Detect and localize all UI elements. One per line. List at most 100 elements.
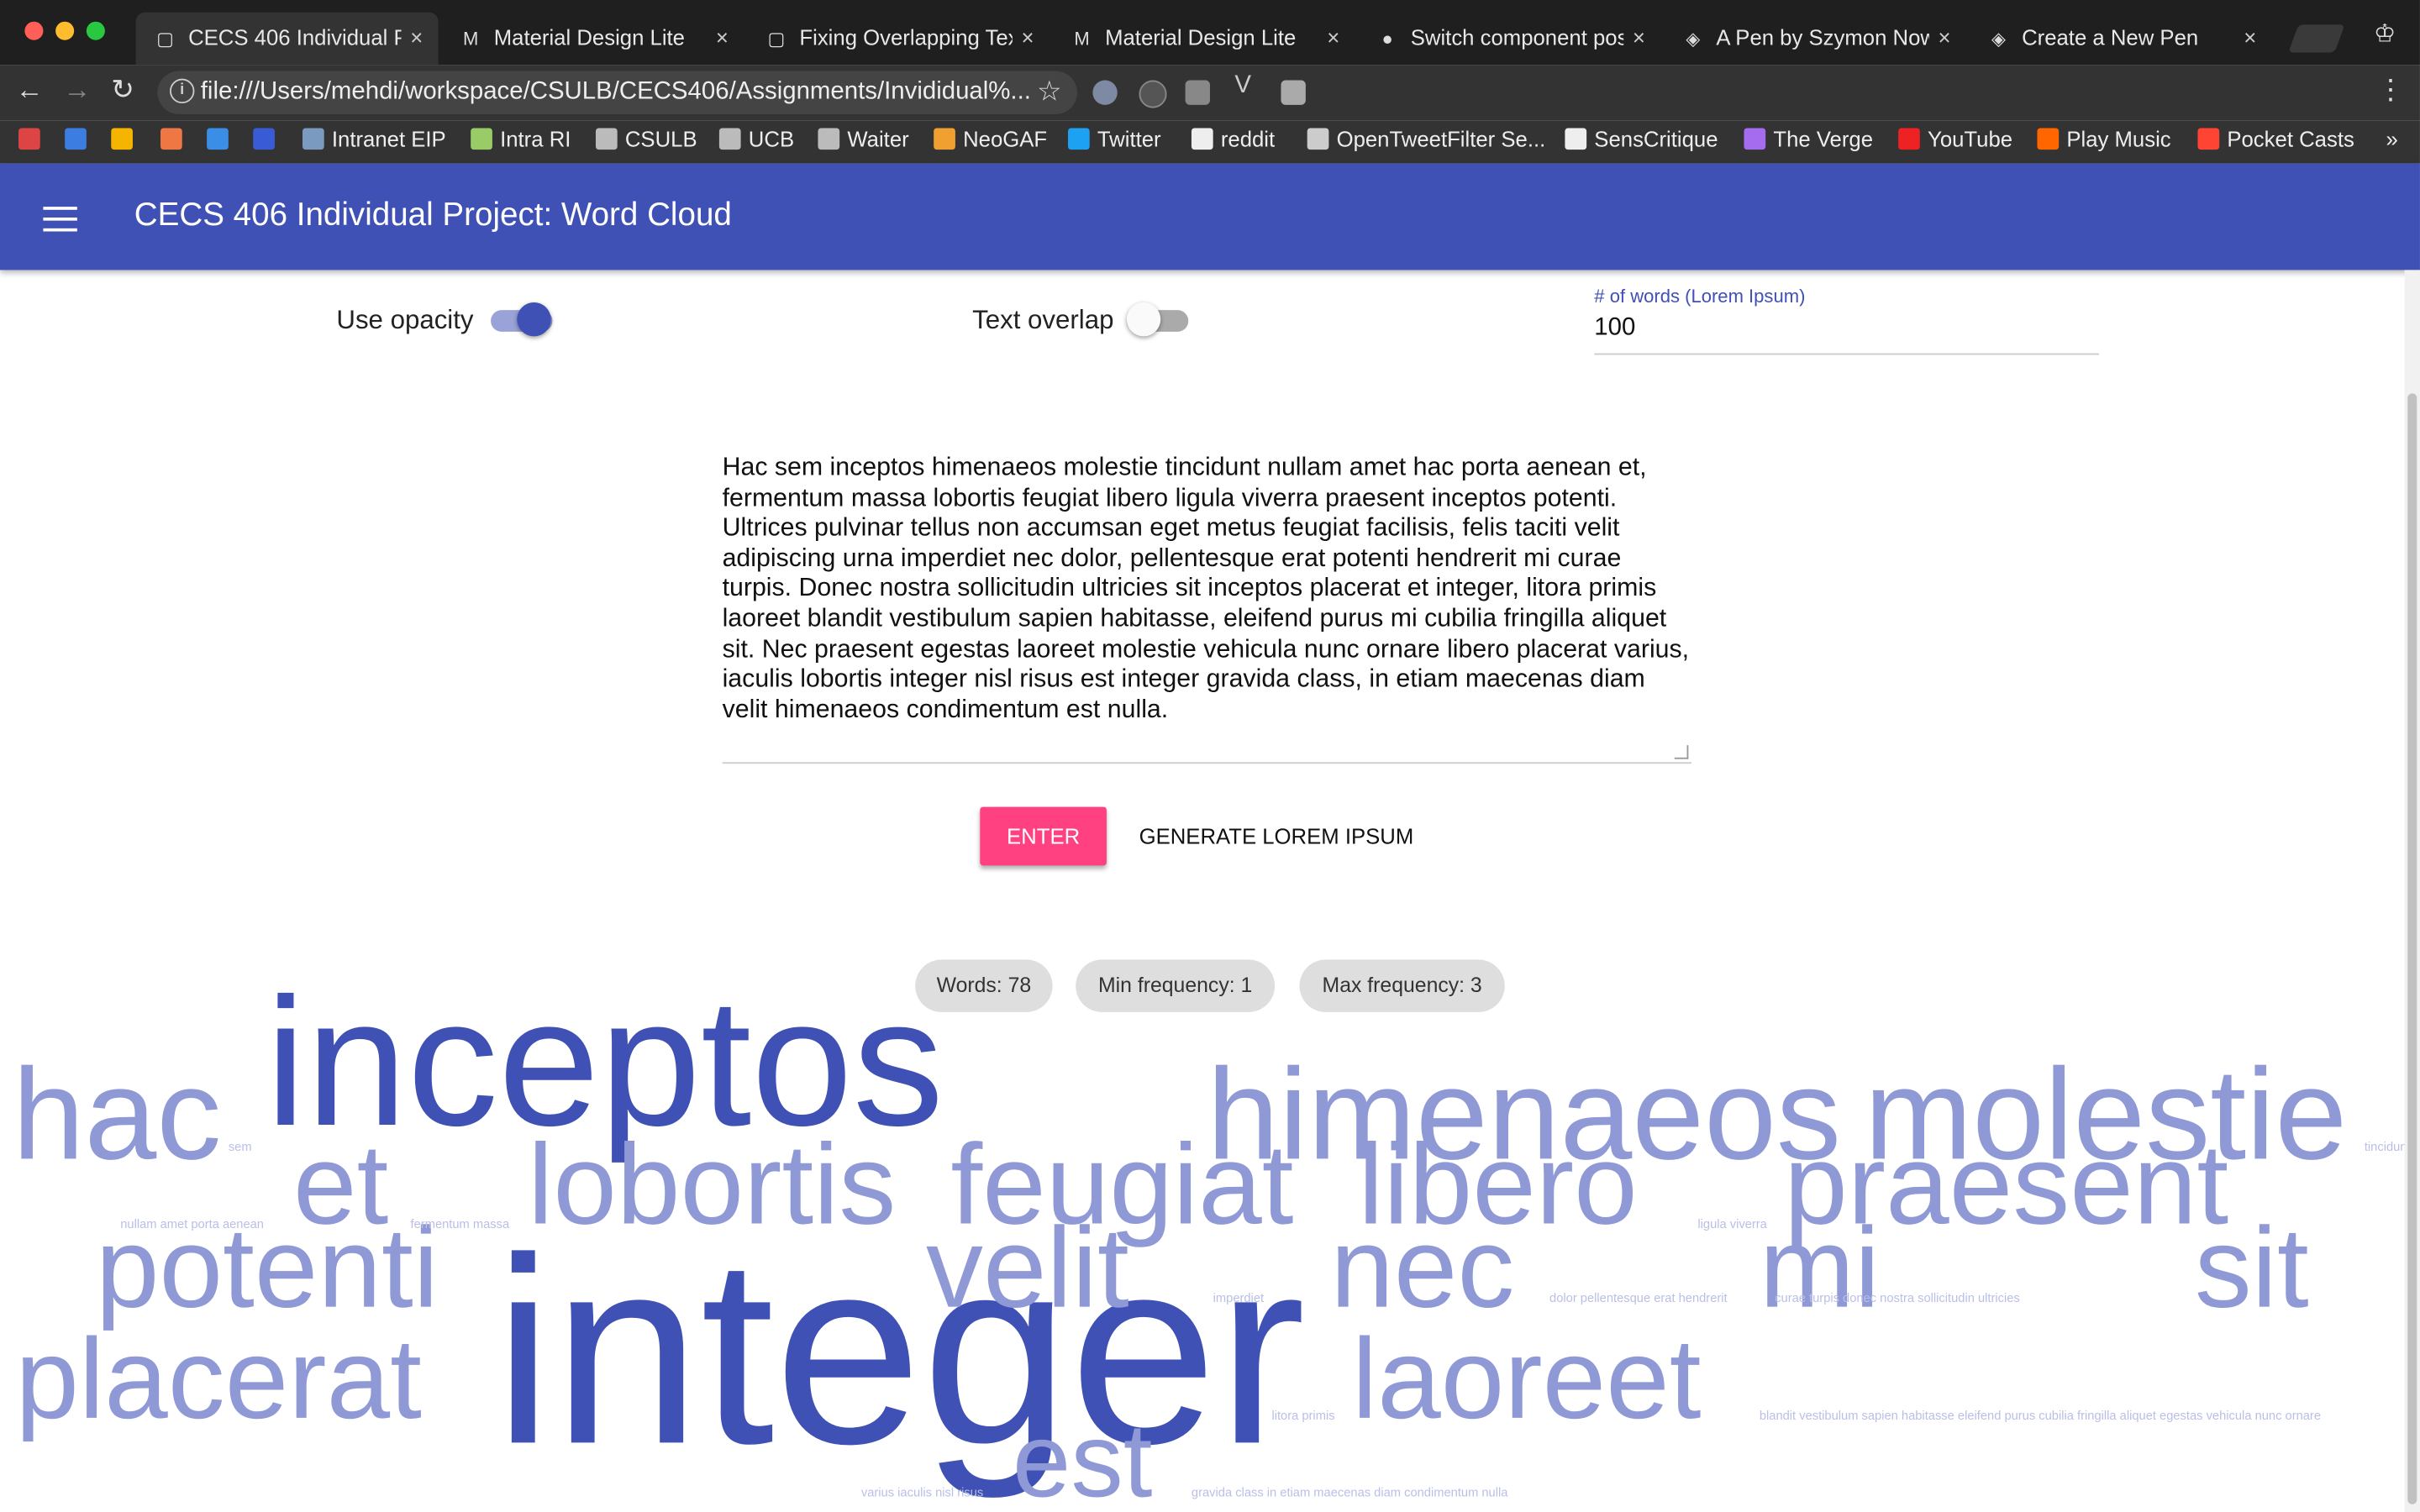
forward-button[interactable]: → bbox=[63, 74, 91, 107]
mdl-icon: M bbox=[1074, 28, 1090, 50]
close-tab-icon[interactable]: × bbox=[410, 24, 423, 49]
close-window-button[interactable] bbox=[24, 21, 44, 40]
bookmark-item[interactable]: Pocket Casts bbox=[2197, 127, 2354, 151]
bookmark-item[interactable]: reddit bbox=[1191, 127, 1275, 151]
extension-box-icon[interactable] bbox=[1281, 80, 1306, 105]
codepen-icon: ◈ bbox=[1686, 28, 1701, 50]
tab-title: CECS 406 Individual Pr bbox=[188, 24, 402, 50]
text-overlap-switch[interactable] bbox=[1126, 302, 1189, 337]
text-overlap-switch-knob[interactable] bbox=[1126, 302, 1161, 337]
close-tab-icon[interactable]: × bbox=[1939, 24, 1951, 49]
bookmark-item[interactable]: Waiter bbox=[818, 126, 909, 151]
menu-icon[interactable]: ⋮ bbox=[2377, 74, 2405, 107]
bookmark-item[interactable]: Intranet EIP bbox=[302, 127, 446, 151]
mdl-icon: M bbox=[463, 28, 479, 50]
minimize-window-button[interactable] bbox=[55, 21, 75, 40]
scrollbar-thumb[interactable] bbox=[2407, 393, 2417, 1504]
reload-button[interactable]: ↻ bbox=[111, 74, 134, 107]
bookmark-item[interactable] bbox=[160, 127, 190, 151]
cloud-small-words: fermentum massa bbox=[410, 1217, 510, 1231]
bookmark-item[interactable]: Twitter bbox=[1067, 127, 1161, 151]
bookmark-item[interactable] bbox=[111, 127, 140, 151]
new-tab-button[interactable] bbox=[2288, 24, 2345, 53]
word-count-input[interactable]: 100 bbox=[1594, 315, 1635, 343]
url-text: file:///Users/mehdi/workspace/CSULB/CECS… bbox=[200, 78, 1031, 105]
neogaf-icon bbox=[934, 128, 955, 150]
github-icon: ● bbox=[1381, 28, 1393, 50]
file-icon: ▢ bbox=[767, 28, 786, 50]
cloud-small-words: varius iaculis nisl risus bbox=[860, 1485, 984, 1500]
enter-button[interactable]: ENTER bbox=[980, 806, 1107, 866]
ublock-icon[interactable] bbox=[1092, 80, 1118, 105]
youtube-icon bbox=[1898, 128, 1920, 150]
photos-icon bbox=[160, 128, 182, 150]
screen: ▢ CECS 406 Individual Pr × M Material Design… bbox=[0, 0, 2420, 1512]
bookmark-item[interactable] bbox=[65, 127, 94, 151]
word-count-field[interactable]: # of words (Lorem Ipsum) 100 bbox=[1594, 286, 2099, 355]
browser-tab[interactable]: ◈ A Pen by Szymon Now × bbox=[1664, 13, 1966, 65]
folder-icon bbox=[595, 128, 618, 150]
profile-icon[interactable]: ♔ bbox=[2374, 18, 2396, 50]
use-opacity-switch-knob[interactable] bbox=[517, 302, 551, 337]
pocket-icon[interactable] bbox=[1185, 80, 1210, 105]
use-opacity-label: Use opacity bbox=[336, 305, 474, 335]
bookmark-label: OpenTweetFilter Se... bbox=[1336, 126, 1546, 151]
browser-tab[interactable]: ▢ Fixing Overlapping Tex × bbox=[747, 13, 1050, 65]
globe-icon bbox=[471, 128, 492, 150]
scrollbar[interactable] bbox=[2404, 270, 2420, 1512]
folder-icon bbox=[718, 128, 741, 150]
bookmark-label: Intranet EIP bbox=[331, 126, 446, 151]
browser-tab[interactable]: M Material Design Lite × bbox=[1053, 13, 1355, 65]
bookmark-item[interactable]: OpenTweetFilter Se... bbox=[1307, 126, 1546, 151]
close-tab-icon[interactable]: × bbox=[716, 24, 729, 49]
cloud-word-integer: integer bbox=[493, 1203, 1306, 1500]
words-count-chip: Words: 78 bbox=[915, 959, 1053, 1012]
hamburger-menu-icon[interactable] bbox=[43, 207, 77, 232]
bookmark-item[interactable] bbox=[18, 127, 48, 151]
bookmarks-more-button[interactable]: » bbox=[2386, 127, 2398, 151]
close-tab-icon[interactable]: × bbox=[1327, 24, 1339, 49]
mail-icon bbox=[207, 128, 229, 150]
info-icon[interactable]: i bbox=[170, 78, 195, 104]
back-button[interactable]: ← bbox=[15, 74, 43, 107]
intranet-icon bbox=[302, 128, 324, 150]
use-opacity-switch[interactable] bbox=[491, 302, 553, 337]
address-bar[interactable]: i file:///Users/mehdi/workspace/CSULB/CE… bbox=[157, 71, 1078, 114]
browser-tab[interactable]: ◈ Create a New Pen × bbox=[1970, 13, 2272, 65]
bookmark-item[interactable]: Intra RI bbox=[471, 127, 571, 151]
bookmark-label: Waiter bbox=[847, 126, 909, 151]
close-tab-icon[interactable]: × bbox=[1633, 24, 1645, 49]
bookmark-item[interactable]: UCB bbox=[718, 127, 794, 151]
bookmark-item[interactable]: The Verge bbox=[1744, 127, 1873, 151]
bookmark-item[interactable]: CSULB bbox=[595, 127, 697, 151]
vimium-icon[interactable]: V bbox=[1234, 72, 1259, 98]
reddit-icon bbox=[1191, 128, 1213, 150]
cloud-small-words: blandit vestibulum sapien habitasse elei… bbox=[1759, 1408, 2321, 1423]
bookmark-star-icon[interactable]: ☆ bbox=[1037, 76, 1062, 108]
bookmark-item[interactable] bbox=[207, 127, 236, 151]
resize-handle[interactable] bbox=[1674, 745, 1689, 759]
tab-title: Material Design Lite bbox=[1105, 24, 1297, 50]
browser-tab[interactable]: ▢ CECS 406 Individual Pr × bbox=[135, 12, 439, 66]
playmusic-icon bbox=[2037, 128, 2060, 150]
maximize-window-button[interactable] bbox=[86, 21, 105, 40]
lorem-text-area[interactable]: Hac sem inceptos himenaeos molestie tinc… bbox=[722, 454, 1692, 764]
cloud-small-words: sem bbox=[228, 1140, 252, 1154]
browser-tab[interactable]: M Material Design Lite × bbox=[441, 13, 744, 65]
cloud-word-himenaeos: himenaeos bbox=[1207, 1041, 1842, 1187]
bookmark-item[interactable]: SensCritique bbox=[1565, 127, 1718, 151]
bookmark-item[interactable] bbox=[253, 127, 282, 151]
close-tab-icon[interactable]: × bbox=[2244, 24, 2256, 49]
generate-lorem-ipsum-button[interactable]: GENERATE LOREM IPSUM bbox=[1120, 807, 1432, 866]
min-frequency-chip: Min frequency: 1 bbox=[1076, 959, 1276, 1012]
browser-tab[interactable]: ● Switch component pos × bbox=[1358, 13, 1660, 65]
cloud-word-feugiat: feugiat bbox=[950, 1120, 1294, 1248]
tab-title: Create a New Pen bbox=[2022, 24, 2199, 50]
extension-icon[interactable] bbox=[1139, 80, 1167, 108]
bookmark-item[interactable]: Play Music bbox=[2037, 127, 2171, 151]
page-icon bbox=[1307, 128, 1329, 150]
bookmark-item[interactable]: NeoGAF bbox=[934, 127, 1047, 151]
cloud-word-lobortis: lobortis bbox=[528, 1120, 897, 1248]
close-tab-icon[interactable]: × bbox=[1022, 24, 1034, 49]
bookmark-item[interactable]: YouTube bbox=[1898, 127, 2012, 151]
